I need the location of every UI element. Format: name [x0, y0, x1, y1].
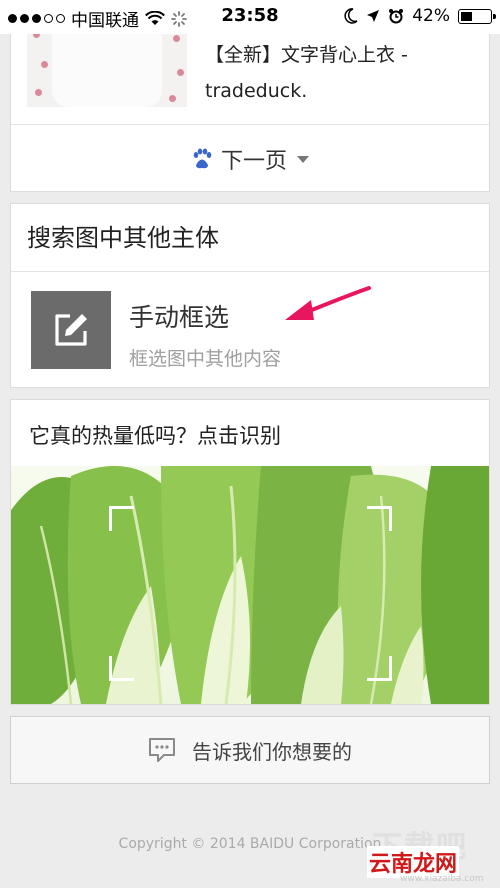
flower-pattern	[177, 69, 184, 76]
subject-search-card: 搜索图中其他主体 手动框选 框选图中其他内容	[10, 203, 490, 388]
vegetable-image[interactable]	[11, 466, 489, 704]
feedback-label: 告诉我们你想要的	[192, 739, 352, 764]
manual-select-item[interactable]: 手动框选 框选图中其他内容	[11, 272, 489, 388]
next-page-button[interactable]: 下一页	[11, 125, 489, 193]
frame-corner	[367, 656, 392, 681]
next-page-label: 下一页	[220, 149, 287, 174]
frame-corner	[109, 506, 134, 531]
feedback-button[interactable]: 告诉我们你想要的	[10, 716, 490, 784]
location-icon	[367, 10, 380, 22]
watermark: www.xiazaiba.com	[400, 874, 484, 884]
bok-choy-illustration	[11, 466, 489, 704]
battery-percent: 42%	[412, 6, 450, 26]
flower-pattern	[41, 61, 48, 68]
dropdown-caret-icon	[297, 155, 309, 163]
arrow-icon	[285, 286, 371, 320]
moon-icon	[344, 8, 358, 24]
battery-icon	[458, 8, 496, 24]
section-title: 搜索图中其他主体	[27, 224, 219, 252]
calorie-card[interactable]: 它真的热量低吗？点击识别	[10, 399, 490, 705]
baidu-paw-icon	[193, 148, 212, 169]
chat-icon	[149, 738, 175, 762]
result-title[interactable]: 【全新】文字背心上衣 - tradeduck.	[205, 37, 465, 109]
edit-icon-box	[31, 291, 111, 369]
calorie-prompt: 它真的热量低吗？点击识别	[29, 424, 281, 448]
battery-fill	[461, 11, 473, 21]
frame-corner	[109, 656, 134, 681]
status-bar: 中国联通 23:58 42%	[0, 0, 500, 34]
edit-icon	[55, 314, 87, 346]
frame-corner	[367, 506, 392, 531]
alarm-icon	[389, 9, 404, 24]
flower-pattern	[173, 35, 180, 42]
manual-select-title: 手动框选	[129, 303, 230, 332]
manual-select-subtitle: 框选图中其他内容	[129, 348, 282, 370]
flower-pattern	[169, 95, 176, 102]
status-right: 42%	[344, 6, 496, 26]
flower-pattern	[35, 89, 42, 96]
